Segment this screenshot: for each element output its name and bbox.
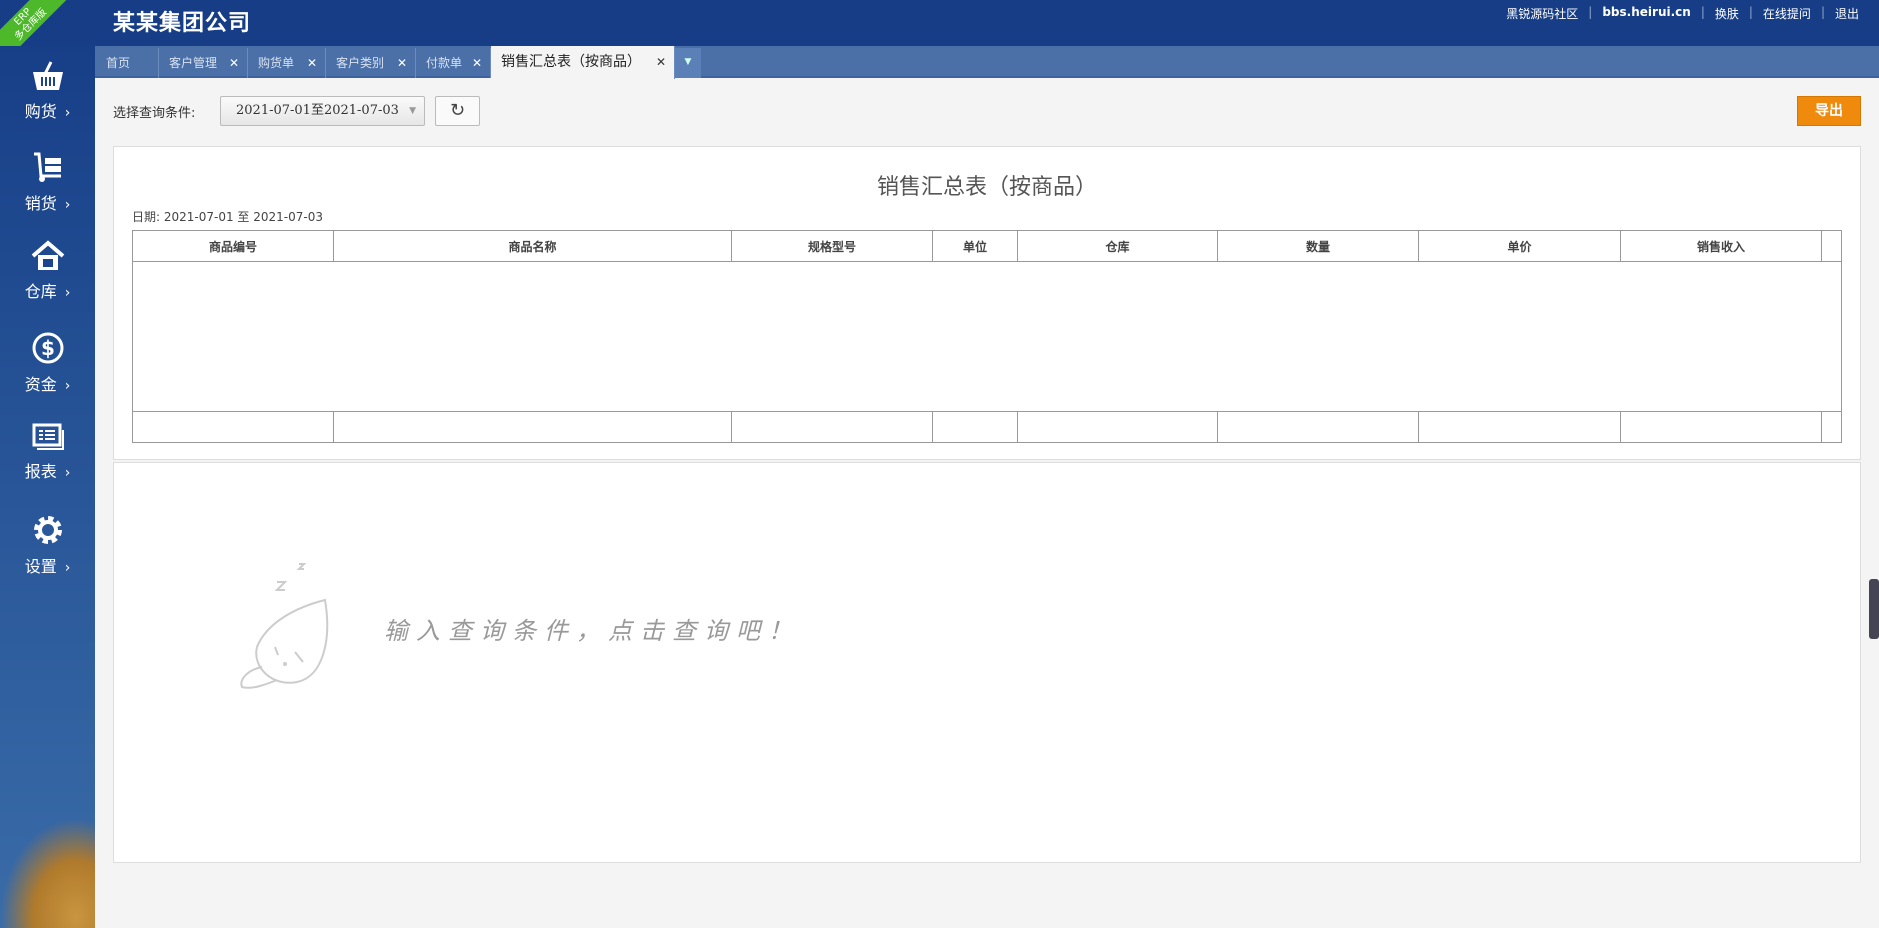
report-icon bbox=[32, 423, 64, 450]
sidebar-item-reports[interactable]: 报表 › bbox=[0, 422, 95, 512]
logout-link[interactable]: 退出 bbox=[1835, 5, 1859, 22]
bbs-link[interactable]: bbs.heirui.cn bbox=[1602, 5, 1690, 22]
close-icon[interactable]: ✕ bbox=[656, 46, 666, 78]
dollar-icon: $ bbox=[32, 332, 63, 364]
close-icon[interactable]: ✕ bbox=[307, 48, 317, 78]
column-header[interactable]: 商品名称 bbox=[333, 230, 732, 262]
online-question-link[interactable]: 在线提问 bbox=[1763, 5, 1811, 22]
scroll-spacer bbox=[1821, 230, 1842, 262]
sidebar-item-warehouse[interactable]: 仓库 › bbox=[0, 240, 95, 330]
tab-bar: 首页 客户管理 ✕ 购货单 ✕ 客户类别 ✕ 付款单 ✕ 销售汇总表（按商品） ✕ ▼ bbox=[95, 46, 1879, 79]
date-range-select[interactable]: 2021-07-01至2021-07-03 ▼ bbox=[220, 96, 425, 126]
report-date-range: 日期: 2021-07-01 至 2021-07-03 bbox=[132, 210, 323, 224]
table-header-row: 商品编号 商品名称 规格型号 单位 仓库 数量 单价 销售收入 bbox=[132, 230, 1842, 262]
column-header[interactable]: 商品编号 bbox=[132, 230, 334, 262]
tab-customer-management[interactable]: 客户管理 ✕ bbox=[159, 48, 248, 78]
empty-state-panel: 输入查询条件，点击查询吧！ bbox=[113, 462, 1861, 863]
sidebar: 购货 › 销货 › 仓库 › $ 资金 › 报表 › 设置 › bbox=[0, 46, 95, 928]
column-header[interactable]: 仓库 bbox=[1017, 230, 1218, 262]
skin-link[interactable]: 换肤 bbox=[1715, 5, 1739, 22]
tab-purchase-order[interactable]: 购货单 ✕ bbox=[248, 48, 326, 78]
report-panel: 销售汇总表（按商品） 日期: 2021-07-01 至 2021-07-03 商… bbox=[113, 146, 1861, 460]
tab-sales-summary[interactable]: 销售汇总表（按商品） ✕ bbox=[491, 46, 675, 79]
sleeping-mascot-icon bbox=[240, 563, 329, 689]
basket-icon bbox=[32, 61, 63, 90]
community-link[interactable]: 黑锐源码社区 bbox=[1506, 5, 1578, 22]
column-header[interactable]: 单价 bbox=[1418, 230, 1621, 262]
tab-customer-category[interactable]: 客户类别 ✕ bbox=[326, 48, 416, 78]
side-scroll-handle[interactable] bbox=[1869, 579, 1879, 639]
company-name: 某某集团公司 bbox=[113, 11, 252, 36]
close-icon[interactable]: ✕ bbox=[229, 48, 239, 78]
gear-icon bbox=[33, 516, 62, 544]
sidebar-item-purchase[interactable]: 购货 › bbox=[0, 60, 95, 150]
column-header[interactable]: 数量 bbox=[1217, 230, 1419, 262]
report-title: 销售汇总表（按商品） bbox=[876, 175, 1097, 200]
refresh-button[interactable]: ↻ bbox=[435, 96, 480, 126]
sidebar-item-sales[interactable]: 销货 › bbox=[0, 150, 95, 240]
close-icon[interactable]: ✕ bbox=[397, 48, 407, 78]
hay-decoration bbox=[0, 818, 95, 928]
table-body-empty bbox=[132, 261, 1842, 412]
report-table: 商品编号 商品名称 规格型号 单位 仓库 数量 单价 销售收入 bbox=[132, 230, 1842, 443]
tab-dropdown-button[interactable]: ▼ bbox=[675, 48, 701, 78]
sidebar-item-settings[interactable]: 设置 › bbox=[0, 513, 95, 603]
tab-home[interactable]: 首页 bbox=[96, 48, 159, 78]
export-button[interactable]: 导出 bbox=[1797, 96, 1861, 126]
refresh-icon: ↻ bbox=[449, 100, 466, 121]
filter-label: 选择查询条件: bbox=[113, 106, 196, 121]
close-icon[interactable]: ✕ bbox=[472, 48, 482, 78]
top-links: 黑锐源码社区 | bbs.heirui.cn | 换肤 | 在线提问 | 退出 bbox=[1506, 5, 1859, 22]
chevron-down-icon: ▼ bbox=[409, 106, 416, 116]
warehouse-icon bbox=[31, 240, 64, 270]
empty-hint: 输入查询条件，点击查询吧！ bbox=[384, 617, 800, 645]
svg-text:$: $ bbox=[41, 336, 55, 360]
cart-icon bbox=[33, 152, 61, 182]
column-header[interactable]: 销售收入 bbox=[1620, 230, 1822, 262]
column-header[interactable]: 单位 bbox=[932, 230, 1018, 262]
tab-payment[interactable]: 付款单 ✕ bbox=[416, 48, 491, 78]
table-footer-row bbox=[132, 411, 1842, 443]
column-header[interactable]: 规格型号 bbox=[731, 230, 933, 262]
top-header: ERP 多仓库版 某某集团公司 黑锐源码社区 | bbs.heirui.cn | 换肤… bbox=[0, 0, 1879, 70]
sidebar-item-funds[interactable]: $ 资金 › bbox=[0, 331, 95, 421]
